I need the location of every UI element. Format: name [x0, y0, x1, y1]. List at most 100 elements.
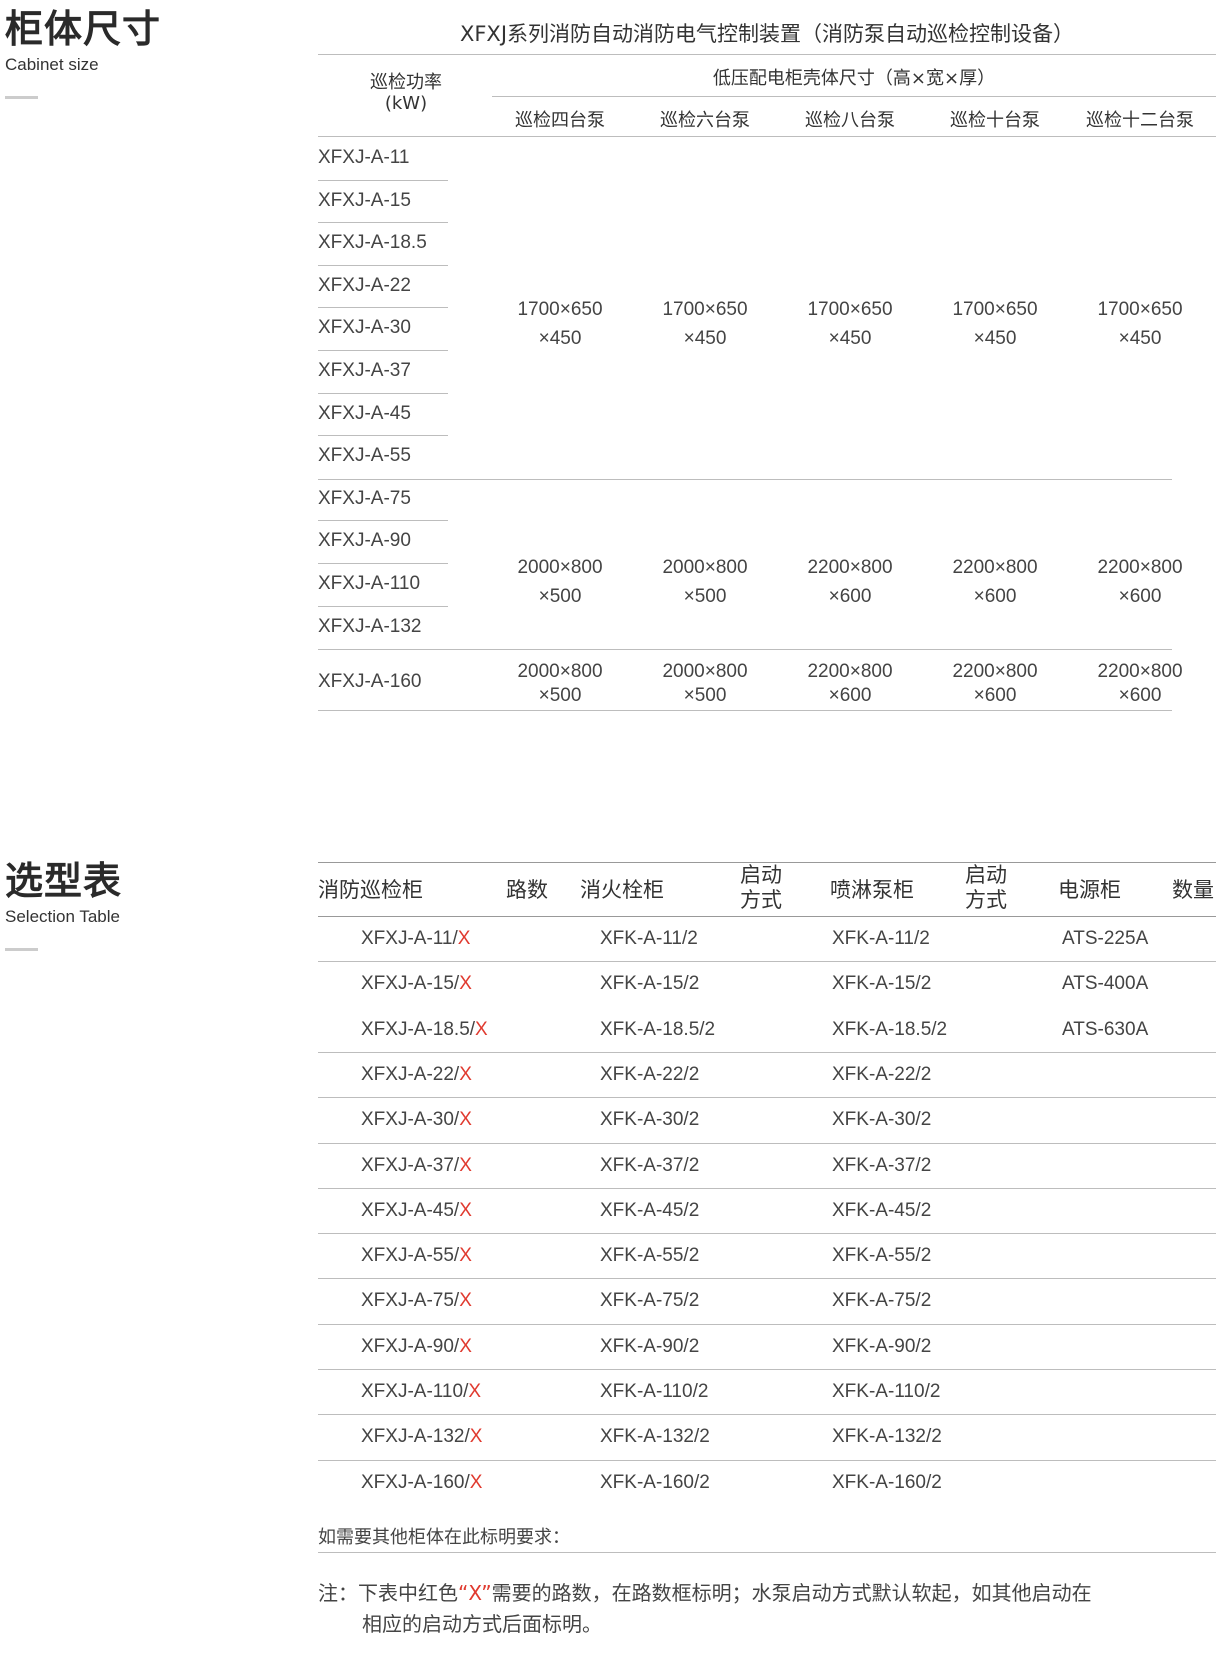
- model-row-rule: [318, 264, 448, 266]
- route-count-placeholder: X: [459, 973, 472, 995]
- cabinet-model: XFXJ-A-90/: [361, 1335, 460, 1357]
- cabinet-model: XFXJ-A-160/: [361, 1471, 470, 1493]
- dimension-value: ×500: [683, 685, 727, 706]
- row-rule: [318, 1051, 1216, 1053]
- section-divider: [5, 96, 38, 99]
- cabinet-model: XFXJ-A-18.5/: [361, 1018, 476, 1040]
- hydrant-cell: XFK-A-22/2: [600, 1063, 700, 1085]
- sprinkler-cell: XFK-A-11/2: [832, 928, 930, 949]
- dimension-value: ×500: [538, 586, 582, 607]
- route-count-placeholder: X: [459, 1063, 472, 1085]
- model-cell: XFXJ-A-11: [318, 147, 410, 168]
- hydrant-cell: XFK-A-15/2: [600, 973, 700, 995]
- dimension-cell: 2000×800 ×500: [485, 553, 635, 611]
- header-routes: 路数: [506, 878, 548, 902]
- row-rule: [318, 1097, 1216, 1099]
- model-row-rule: [318, 520, 448, 522]
- column-header: 巡检十台泵: [950, 110, 1040, 131]
- group-rule: [318, 479, 1172, 480]
- table-rule: [492, 96, 1216, 97]
- dimension-value: ×600: [828, 685, 872, 706]
- route-count-placeholder: X: [459, 1290, 472, 1312]
- dimension-value: ×600: [828, 586, 872, 607]
- model-cell: XFXJ-A-90: [318, 530, 411, 552]
- model-row-rule: [318, 179, 448, 181]
- dimension-cell: 1700×650 ×450: [1065, 295, 1215, 353]
- hydrant-cell: XFK-A-11/2: [600, 928, 698, 949]
- model-row-rule: [318, 392, 448, 394]
- section-subtitle-cabinet-size: Cabinet size: [5, 55, 99, 74]
- model-row-rule: [318, 350, 448, 351]
- dimension-value: 2000×800: [662, 661, 748, 682]
- row-rule: [318, 1459, 1216, 1461]
- route-count-placeholder: X: [459, 1335, 472, 1357]
- cabinet-model-cell: XFXJ-A-37/X: [361, 1154, 472, 1178]
- dimension-value: ×500: [683, 586, 727, 607]
- header-sprinkler: 喷淋泵柜: [830, 878, 914, 902]
- row-rule: [318, 1142, 1216, 1144]
- footnote-red-x: “X”: [458, 1581, 492, 1605]
- header-hydrant: 消火栓柜: [580, 878, 664, 902]
- cabinet-model-cell: XFXJ-A-132/X: [361, 1425, 482, 1449]
- model-cell: XFXJ-A-132: [318, 615, 422, 637]
- dimension-value: 1700×650: [952, 299, 1038, 320]
- model-row-rule: [318, 307, 448, 309]
- power-header: 巡检功率 (kW): [318, 72, 494, 114]
- dimension-value: 2200×800: [1097, 661, 1183, 682]
- model-cell: XFXJ-A-37: [318, 360, 411, 381]
- header-start-method-1: 启动 方式: [740, 863, 790, 913]
- hydrant-cell: XFK-A-55/2: [600, 1245, 700, 1267]
- power-header-label: 巡检功率 (kW): [318, 72, 494, 114]
- dimension-cell: 1700×650 ×450: [485, 295, 635, 353]
- header-power: 电源柜: [1058, 878, 1121, 902]
- dimension-cell: 1700×650 ×450: [920, 295, 1070, 353]
- dimension-cell: 2200×800 ×600: [775, 553, 925, 611]
- cabinet-model-cell: XFXJ-A-55/X: [361, 1244, 472, 1268]
- model-cell: XFXJ-A-55: [318, 445, 411, 467]
- section-subtitle-selection-table: Selection Table: [5, 907, 120, 926]
- dimension-cell: 2000×800 ×500: [630, 553, 780, 611]
- cabinet-model: XFXJ-A-15/: [361, 973, 460, 995]
- group-rule: [318, 649, 1172, 650]
- row-rule: [318, 1369, 1216, 1370]
- section-divider: [5, 948, 38, 951]
- hydrant-cell: XFK-A-110/2: [600, 1381, 709, 1402]
- route-count-placeholder: X: [475, 1018, 488, 1040]
- dimension-value: 2000×800: [517, 661, 603, 682]
- cabinet-model: XFXJ-A-55/: [361, 1245, 460, 1267]
- row-rule: [318, 1323, 1216, 1325]
- dimension-cell: 1700×650 ×450: [775, 295, 925, 353]
- cabinet-model-cell: XFXJ-A-90/X: [361, 1335, 472, 1359]
- cabinet-model-cell: XFXJ-A-45/X: [361, 1199, 472, 1223]
- route-count-placeholder: X: [468, 1381, 482, 1402]
- route-count-placeholder: X: [459, 1154, 472, 1176]
- sprinkler-cell: XFK-A-15/2: [832, 973, 932, 995]
- start-method-line: 方式: [965, 888, 1007, 912]
- table-rule: [318, 916, 1216, 917]
- dimension-value: ×600: [973, 685, 1017, 706]
- row-rule: [318, 1278, 1216, 1280]
- sprinkler-cell: XFK-A-22/2: [832, 1063, 932, 1085]
- power-header-line: (kW): [384, 93, 428, 114]
- hydrant-cell: XFK-A-45/2: [600, 1199, 700, 1221]
- cabinet-model: XFXJ-A-37/: [361, 1154, 460, 1176]
- table-rule: [318, 1552, 1216, 1553]
- dimension-value: 1700×650: [1097, 299, 1183, 320]
- sprinkler-cell: XFK-A-18.5/2: [832, 1018, 948, 1040]
- custom-request-note: 如需要其他柜体在此标明要求：: [318, 1527, 570, 1548]
- model-cell: XFXJ-A-110: [318, 573, 421, 594]
- dimension-cell: 2200×800 ×600: [1065, 553, 1215, 611]
- dimension-value: 2200×800: [952, 557, 1038, 578]
- table-rule: [318, 136, 1216, 137]
- sprinkler-cell: XFK-A-45/2: [832, 1199, 932, 1221]
- model-cell: XFXJ-A-22: [318, 274, 411, 296]
- model-cell: XFXJ-A-75: [318, 487, 411, 509]
- dimension-cell: 2200×800 ×600: [775, 660, 925, 708]
- header-start-method-2: 启动 方式: [965, 863, 1015, 913]
- power-header-line: 巡检功率: [370, 72, 442, 93]
- route-count-placeholder: X: [459, 1109, 472, 1131]
- section-title-cabinet-size: 柜体尺寸: [5, 7, 162, 51]
- dimension-value: ×500: [538, 685, 582, 706]
- dimension-value: 2200×800: [1097, 557, 1183, 578]
- dimension-value: ×450: [1118, 328, 1162, 349]
